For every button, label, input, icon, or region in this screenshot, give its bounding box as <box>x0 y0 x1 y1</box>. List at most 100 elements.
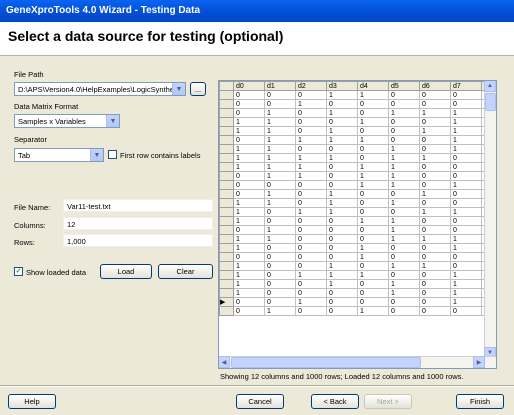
table-cell[interactable]: 0 <box>419 297 451 307</box>
table-cell[interactable]: 1 <box>388 153 420 163</box>
row-header[interactable] <box>219 144 234 154</box>
table-row[interactable]: 001000000 <box>219 99 496 109</box>
table-cell[interactable]: 1 <box>388 288 420 298</box>
table-cell[interactable]: 0 <box>326 297 358 307</box>
table-row[interactable]: 110101001 <box>219 198 496 208</box>
table-row[interactable]: 010001001 <box>219 225 496 235</box>
row-header[interactable] <box>219 216 234 226</box>
table-row[interactable]: 010101110 <box>219 108 496 118</box>
row-header[interactable] <box>219 189 234 199</box>
table-cell[interactable]: 1 <box>264 198 296 208</box>
table-cell[interactable]: 1 <box>388 279 420 289</box>
table-cell[interactable]: 0 <box>419 99 451 109</box>
data-grid[interactable]: d0d1d2d3d4d5d6d7d8 000110000001000000010… <box>218 80 497 369</box>
table-cell[interactable]: 0 <box>264 261 296 271</box>
table-cell[interactable]: 1 <box>295 171 327 181</box>
table-cell[interactable]: 1 <box>388 180 420 190</box>
table-cell[interactable]: 0 <box>357 153 389 163</box>
table-cell[interactable]: 0 <box>295 189 327 199</box>
table-row[interactable]: 111011000 <box>219 162 496 172</box>
table-cell[interactable]: 0 <box>295 234 327 244</box>
table-row[interactable]: 110001010 <box>219 144 496 154</box>
table-row[interactable]: 000010000 <box>219 252 496 262</box>
table-cell[interactable]: 1 <box>357 171 389 181</box>
table-cell[interactable]: 1 <box>295 297 327 307</box>
row-header[interactable] <box>219 234 234 244</box>
table-cell[interactable]: 0 <box>264 243 296 253</box>
table-cell[interactable]: 0 <box>357 207 389 217</box>
table-cell[interactable]: 0 <box>419 90 451 100</box>
table-cell[interactable]: 0 <box>326 234 358 244</box>
table-cell[interactable]: 1 <box>450 297 482 307</box>
table-cell[interactable]: 0 <box>357 126 389 136</box>
table-cell[interactable]: 0 <box>388 126 420 136</box>
table-cell[interactable]: 0 <box>264 90 296 100</box>
table-cell[interactable]: 0 <box>357 225 389 235</box>
table-cell[interactable]: 0 <box>357 108 389 118</box>
table-cell[interactable]: 1 <box>295 270 327 280</box>
table-row[interactable]: 011011000 <box>219 171 496 181</box>
table-cell[interactable]: 0 <box>357 279 389 289</box>
table-cell[interactable]: 1 <box>295 162 327 172</box>
row-header[interactable] <box>219 126 234 136</box>
row-header[interactable] <box>219 261 234 271</box>
table-cell[interactable]: 1 <box>326 198 358 208</box>
table-cell[interactable]: 1 <box>326 189 358 199</box>
table-cell[interactable]: 0 <box>233 90 265 100</box>
table-cell[interactable]: 0 <box>233 135 265 145</box>
table-cell[interactable]: 1 <box>388 234 420 244</box>
vertical-scrollbar[interactable]: ▲ ▼ <box>484 81 496 359</box>
table-cell[interactable]: 1 <box>357 270 389 280</box>
table-cell[interactable]: 0 <box>357 234 389 244</box>
table-cell[interactable]: 0 <box>264 270 296 280</box>
table-cell[interactable]: 0 <box>233 189 265 199</box>
table-cell[interactable]: 1 <box>357 252 389 262</box>
table-cell[interactable]: 0 <box>450 90 482 100</box>
table-cell[interactable]: 1 <box>264 117 296 127</box>
next-button[interactable]: Next > <box>364 394 412 409</box>
browse-button[interactable]: ... <box>190 82 206 96</box>
table-cell[interactable]: 1 <box>326 135 358 145</box>
chevron-down-icon[interactable]: ▼ <box>172 83 185 95</box>
table-cell[interactable]: 0 <box>326 99 358 109</box>
row-header[interactable] <box>219 135 234 145</box>
table-row[interactable]: 110001111 <box>219 234 496 244</box>
table-cell[interactable]: 0 <box>264 279 296 289</box>
table-row[interactable]: 000011011 <box>219 180 496 190</box>
table-cell[interactable]: 0 <box>295 288 327 298</box>
table-cell[interactable]: 0 <box>326 180 358 190</box>
table-cell[interactable]: 1 <box>388 216 420 226</box>
chevron-down-icon[interactable]: ▼ <box>90 149 103 161</box>
table-cell[interactable]: 0 <box>419 171 451 181</box>
table-cell[interactable]: 0 <box>450 261 482 271</box>
table-cell[interactable]: 0 <box>450 171 482 181</box>
table-cell[interactable]: 1 <box>450 279 482 289</box>
table-cell[interactable]: 1 <box>419 108 451 118</box>
table-cell[interactable]: 0 <box>233 306 265 316</box>
table-cell[interactable]: 1 <box>450 243 482 253</box>
table-cell[interactable]: 1 <box>357 162 389 172</box>
table-cell[interactable]: 1 <box>326 126 358 136</box>
table-cell[interactable]: 0 <box>357 144 389 154</box>
table-cell[interactable]: 0 <box>419 180 451 190</box>
table-cell[interactable]: 0 <box>233 180 265 190</box>
table-cell[interactable]: 1 <box>388 144 420 154</box>
table-cell[interactable]: 0 <box>450 252 482 262</box>
table-cell[interactable]: 0 <box>388 135 420 145</box>
table-cell[interactable]: 0 <box>357 261 389 271</box>
table-cell[interactable]: 0 <box>326 144 358 154</box>
table-cell[interactable]: 0 <box>233 252 265 262</box>
table-cell[interactable]: 1 <box>450 234 482 244</box>
table-cell[interactable]: 1 <box>326 90 358 100</box>
table-cell[interactable]: 0 <box>450 189 482 199</box>
table-cell[interactable]: 1 <box>233 216 265 226</box>
row-header[interactable] <box>219 225 234 235</box>
table-row[interactable]: 010010000 <box>219 306 496 316</box>
row-header[interactable] <box>219 252 234 262</box>
column-header[interactable]: d3 <box>326 81 358 91</box>
table-cell[interactable]: 1 <box>450 108 482 118</box>
table-cell[interactable]: 0 <box>326 306 358 316</box>
table-cell[interactable]: 1 <box>264 144 296 154</box>
table-cell[interactable]: 1 <box>450 117 482 127</box>
scroll-up-icon[interactable]: ▲ <box>484 81 496 92</box>
